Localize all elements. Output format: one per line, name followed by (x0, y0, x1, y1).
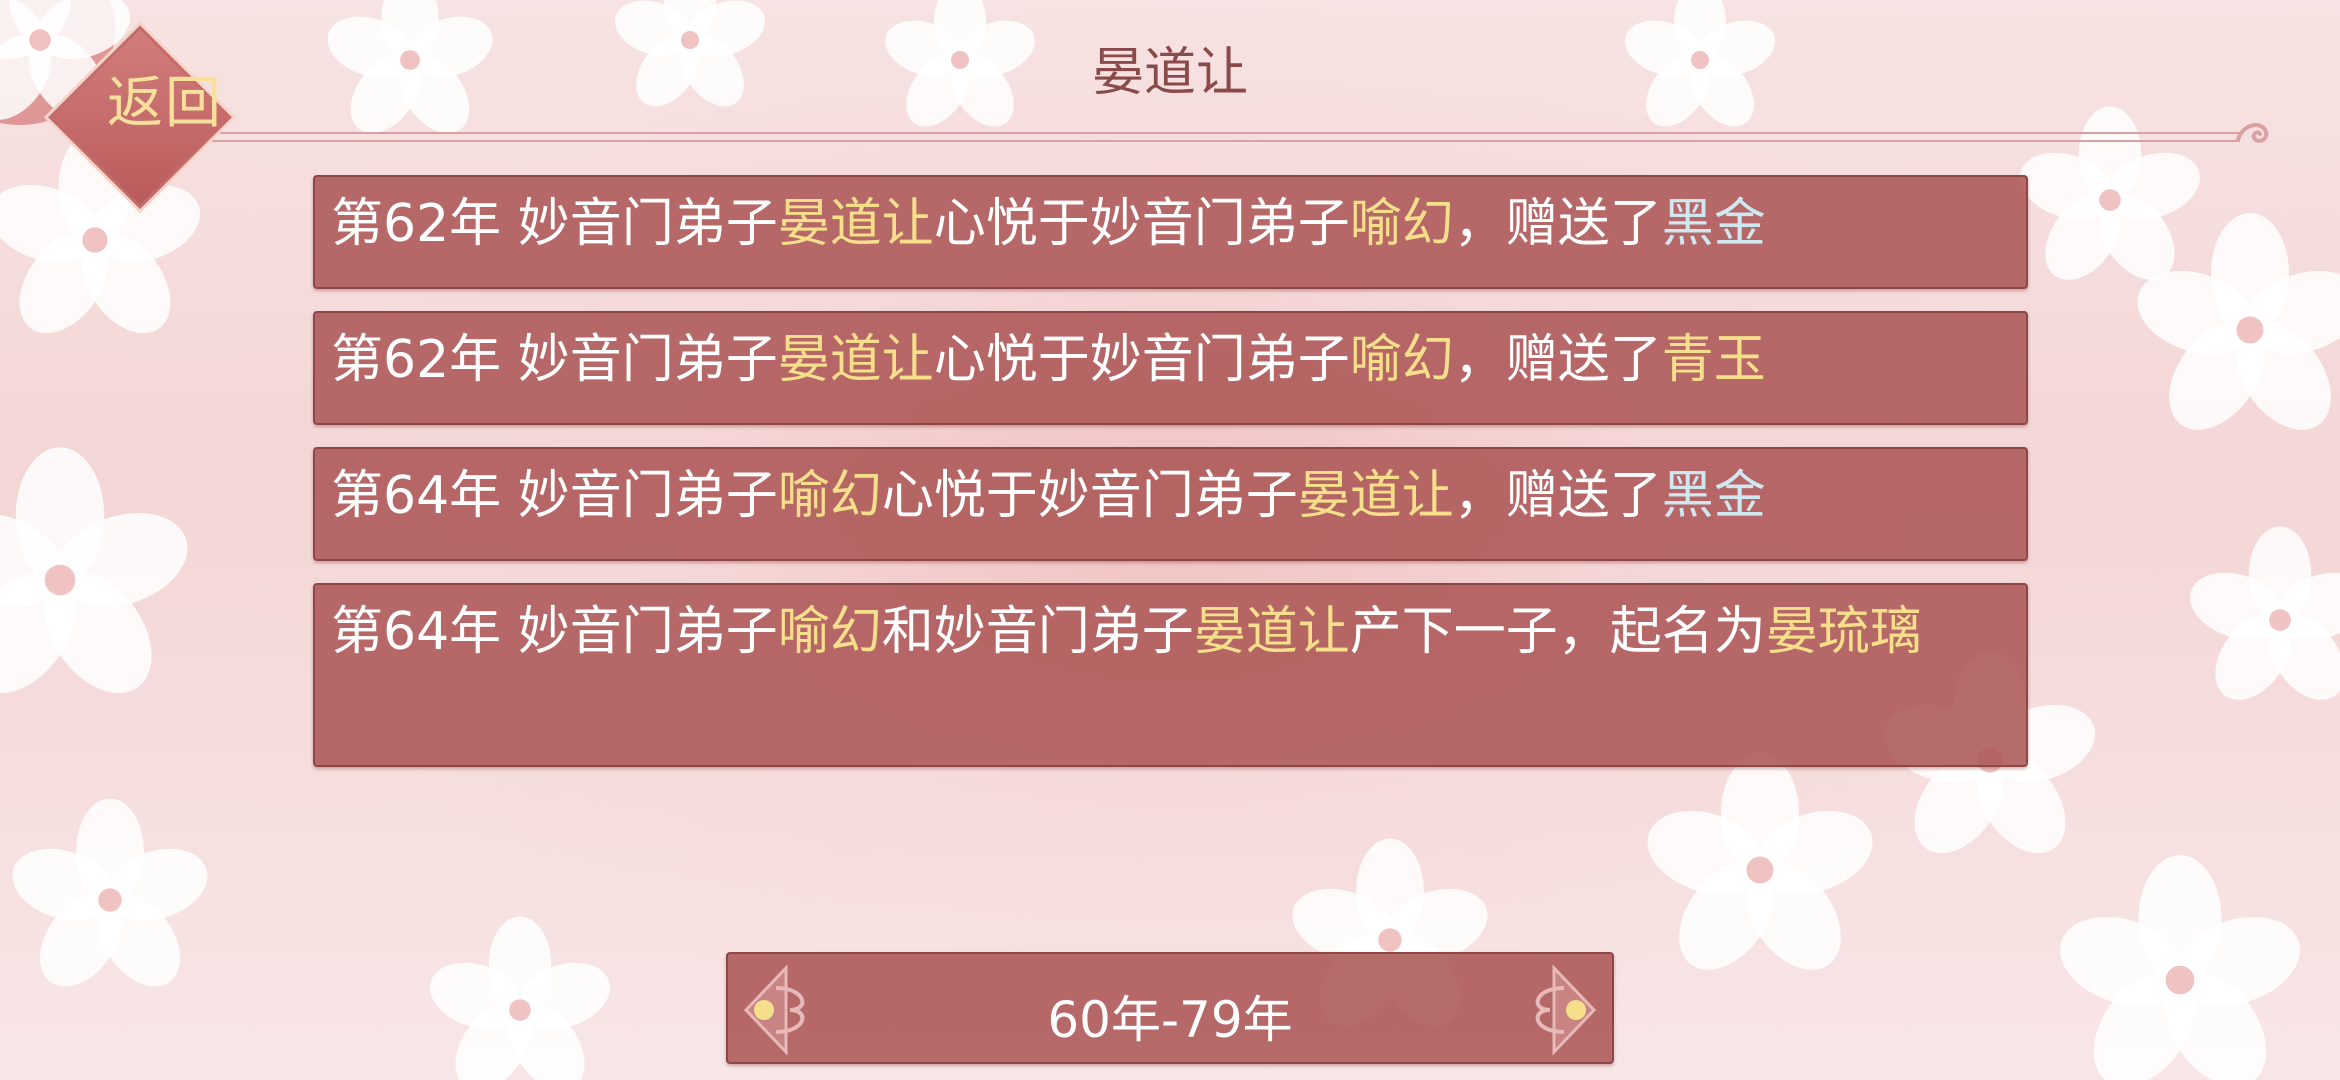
event-highlight: 晏琉璃 (1765, 602, 1922, 662)
event-text: ，赠送了 (1453, 194, 1662, 254)
year-range-label: 60年-79年 (1047, 991, 1293, 1049)
event-text: 第64年 妙音门弟子 (331, 602, 778, 662)
back-button[interactable]: 返回 (43, 20, 265, 214)
event-text: 心悦于妙音门弟子 (881, 466, 1298, 526)
event-log-list: 第62年 妙音门弟子晏道让心悦于妙音门弟子喻幻，赠送了黑金 第62年 妙音门弟子晏… (313, 175, 2028, 789)
event-text: 第62年 妙音门弟子 (331, 194, 778, 254)
event-entry: 第62年 妙音门弟子晏道让心悦于妙音门弟子喻幻，赠送了青玉 (313, 311, 2028, 425)
event-highlight: 黑金 (1661, 466, 1766, 526)
event-highlight: 晏道让 (1297, 466, 1454, 526)
page-title: 晏道让 (1091, 43, 1248, 103)
event-entry: 第62年 妙音门弟子晏道让心悦于妙音门弟子喻幻，赠送了黑金 (313, 175, 2028, 289)
event-text: 和妙音门弟子 (881, 602, 1194, 662)
event-highlight: 喻幻 (1349, 330, 1454, 390)
year-range-pager: 60年-79年 (726, 952, 1614, 1064)
event-highlight: 晏道让 (1193, 602, 1350, 662)
event-entry: 第64年 妙音门弟子喻幻心悦于妙音门弟子晏道让，赠送了黑金 (313, 447, 2028, 561)
event-text: ，赠送了 (1453, 330, 1662, 390)
cloud-ornament-icon (2236, 123, 2269, 143)
event-highlight: 喻幻 (777, 466, 882, 526)
event-highlight: 晏道让 (777, 330, 934, 390)
event-text: ，赠送了 (1453, 466, 1662, 526)
back-button-label: 返回 (107, 71, 223, 136)
event-highlight: 喻幻 (777, 602, 882, 662)
event-text: 产下一子，起名为 (1349, 602, 1766, 662)
event-highlight: 晏道让 (777, 194, 934, 254)
event-entry: 第64年 妙音门弟子喻幻和妙音门弟子晏道让产下一子，起名为晏琉璃 (313, 583, 2028, 767)
event-highlight: 青玉 (1661, 330, 1766, 390)
event-text: 第62年 妙音门弟子 (331, 330, 778, 390)
event-highlight: 黑金 (1661, 194, 1766, 254)
event-highlight: 喻幻 (1349, 194, 1454, 254)
next-page-arrow-icon[interactable] (1504, 958, 1604, 1062)
title-divider (150, 132, 2240, 142)
event-text: 第64年 妙音门弟子 (331, 466, 778, 526)
event-text: 心悦于妙音门弟子 (933, 194, 1350, 254)
event-text: 心悦于妙音门弟子 (933, 330, 1350, 390)
